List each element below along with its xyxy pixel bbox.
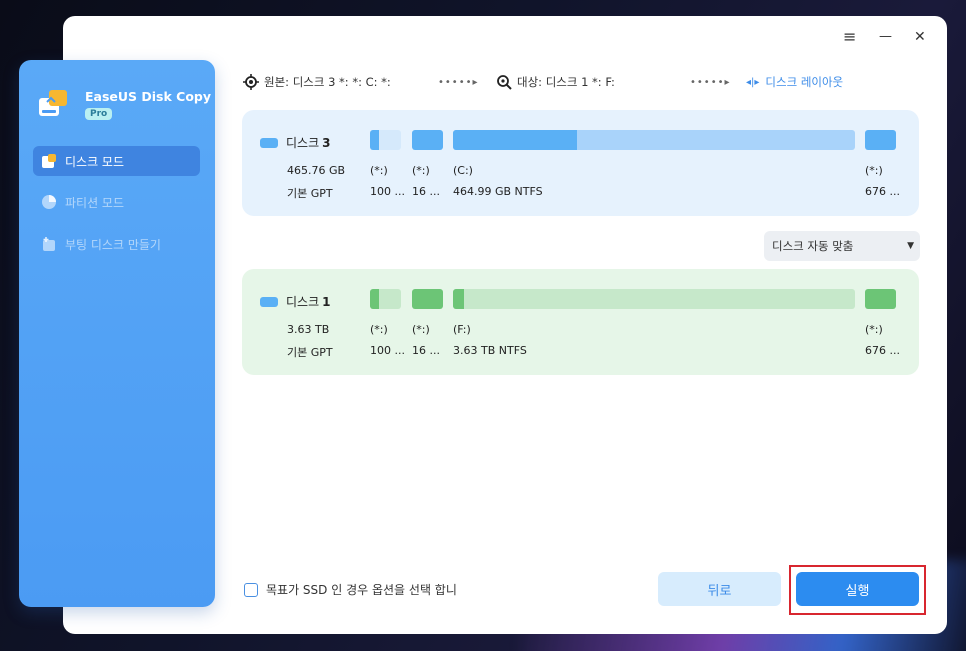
partition-label: (*:) bbox=[865, 323, 883, 336]
close-icon[interactable]: ✕ bbox=[914, 29, 926, 45]
disk-mode-icon bbox=[42, 154, 56, 168]
target-path-text: 대상: 디스크 1 *: F: bbox=[517, 75, 615, 89]
partition-detail: 16 ... bbox=[412, 344, 440, 357]
partition-bar-2[interactable] bbox=[412, 130, 443, 150]
partition-label: (*:) bbox=[370, 164, 388, 177]
target-path: 대상: 디스크 1 *: F: bbox=[496, 72, 615, 92]
dropdown-value: 디스크 자동 맞춤 bbox=[772, 239, 854, 253]
disk-layout-label: 디스크 레이아웃 bbox=[765, 75, 844, 89]
disk-copy-logo-icon bbox=[39, 90, 67, 116]
partition-label: (C:) bbox=[453, 164, 473, 177]
source-disk-panel[interactable]: 디스크 3 465.76 GB 기본 GPT (*:) 100 ... (*:) … bbox=[242, 110, 919, 216]
minimize-icon[interactable]: — bbox=[879, 29, 892, 44]
path-arrow-2: ••••• ▸ bbox=[690, 76, 731, 88]
brand: EaseUS Disk Copy Pro bbox=[37, 86, 211, 126]
source-path-text: 원본: 디스크 3 *: *: C: *: bbox=[264, 75, 391, 89]
disk-size: 3.63 TB bbox=[287, 323, 330, 336]
path-arrow-1: ••••• ▸ bbox=[438, 76, 479, 88]
hdd-icon bbox=[260, 296, 278, 307]
partition-detail: 676 ... bbox=[865, 344, 900, 357]
partition-detail: 100 ... bbox=[370, 185, 405, 198]
disk-type: 기본 GPT bbox=[287, 346, 333, 359]
sidebar-item-label: 부팅 디스크 만들기 bbox=[65, 237, 161, 252]
source-target-icon bbox=[243, 74, 259, 90]
ssd-option[interactable]: 목표가 SSD 인 경우 옵션을 선택 합니 bbox=[244, 581, 457, 598]
partition-bar-2[interactable] bbox=[412, 289, 443, 309]
target-search-icon bbox=[497, 75, 512, 90]
partition-bar-1[interactable] bbox=[370, 289, 401, 309]
partition-bar-4[interactable] bbox=[865, 289, 896, 309]
target-disk-panel[interactable]: 디스크 1 3.63 TB 기본 GPT (*:) 100 ... (*:) 16… bbox=[242, 269, 919, 375]
source-disk-title: 디스크 3 bbox=[260, 134, 330, 151]
disk-fit-dropdown[interactable]: 디스크 자동 맞춤 ▼ bbox=[764, 231, 920, 261]
ssd-option-label: 목표가 SSD 인 경우 옵션을 선택 합니 bbox=[266, 583, 457, 597]
sidebar-item-disk-mode[interactable]: 디스크 모드 bbox=[33, 146, 200, 176]
partition-bar-4[interactable] bbox=[865, 130, 896, 150]
partition-detail: 464.99 GB NTFS bbox=[453, 185, 543, 198]
partition-bar-1[interactable] bbox=[370, 130, 401, 150]
app-name: EaseUS Disk Copy bbox=[85, 89, 212, 104]
partition-label: (F:) bbox=[453, 323, 471, 336]
caret-down-icon: ▼ bbox=[907, 241, 914, 251]
partition-label: (*:) bbox=[412, 164, 430, 177]
menu-icon[interactable]: ≡ bbox=[843, 27, 856, 46]
sidebar-item-label: 파티션 모드 bbox=[65, 195, 125, 210]
ssd-checkbox[interactable] bbox=[244, 582, 258, 597]
sidebar-item-partition-mode[interactable]: 파티션 모드 bbox=[33, 187, 200, 217]
sidebar: EaseUS Disk Copy Pro 디스크 모드 파티션 모드 부팅 디스… bbox=[19, 60, 215, 607]
partition-label: (*:) bbox=[412, 323, 430, 336]
boot-disk-icon bbox=[43, 237, 55, 251]
hdd-icon bbox=[260, 137, 278, 148]
back-button[interactable]: 뒤로 bbox=[658, 572, 781, 606]
sidebar-item-label: 디스크 모드 bbox=[65, 154, 125, 169]
partition-detail: 16 ... bbox=[412, 185, 440, 198]
partition-label: (*:) bbox=[370, 323, 388, 336]
run-button[interactable]: 실행 bbox=[796, 572, 919, 606]
partition-detail: 676 ... bbox=[865, 185, 900, 198]
layout-arrows-icon: ◂|▸ bbox=[746, 76, 760, 88]
partition-detail: 100 ... bbox=[370, 344, 405, 357]
partition-bar-f[interactable] bbox=[453, 289, 855, 309]
partition-bar-c[interactable] bbox=[453, 130, 855, 150]
target-disk-title: 디스크 1 bbox=[260, 293, 330, 310]
disk-size: 465.76 GB bbox=[287, 164, 346, 177]
sidebar-item-boot-disk[interactable]: 부팅 디스크 만들기 bbox=[33, 229, 200, 259]
pro-badge: Pro bbox=[85, 108, 113, 120]
partition-mode-icon bbox=[42, 195, 56, 209]
source-path: 원본: 디스크 3 *: *: C: *: bbox=[243, 72, 391, 92]
disk-layout-link[interactable]: ◂|▸ 디스크 레이아웃 bbox=[746, 72, 843, 92]
partition-detail: 3.63 TB NTFS bbox=[453, 344, 527, 357]
partition-label: (*:) bbox=[865, 164, 883, 177]
disk-type: 기본 GPT bbox=[287, 187, 333, 200]
